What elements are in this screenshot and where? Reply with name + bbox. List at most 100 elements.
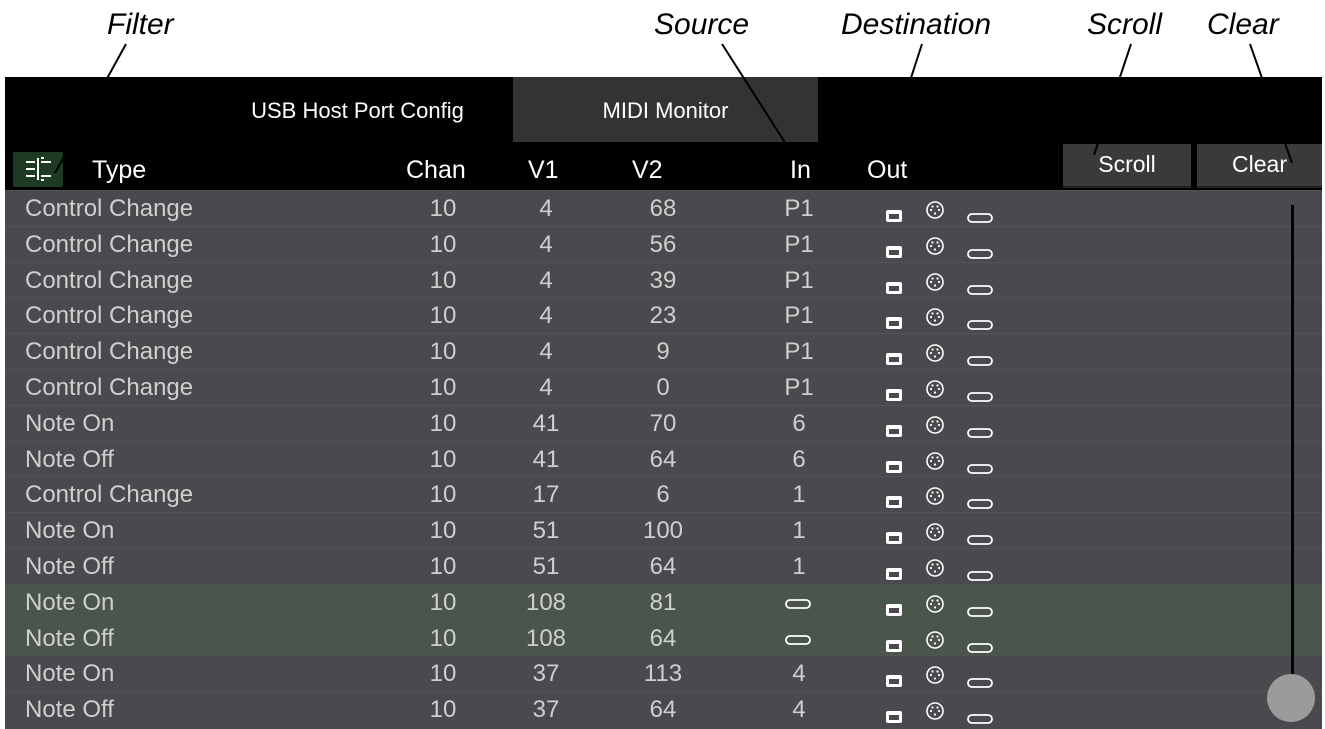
scroll-button[interactable]: Scroll [1063, 144, 1191, 188]
cell-chan: 10 [429, 553, 457, 580]
tab-midi-monitor[interactable]: MIDI Monitor [513, 77, 818, 142]
midi-event-list[interactable]: Control Change 10 4 68 P1 Control Change 10 4 56… [5, 190, 1322, 729]
header-v1: V1 [528, 156, 559, 184]
cell-v1: 4 [539, 195, 553, 222]
filter-sliders-icon [26, 157, 51, 181]
table-row[interactable]: Control Change 10 4 0 P1 [5, 369, 1322, 405]
cell-type: Control Change [25, 374, 194, 401]
cell-v2: 68 [649, 195, 677, 222]
cell-v1: 4 [539, 266, 553, 294]
cell-in: 4 [792, 696, 806, 724]
cell-v2: 64 [649, 553, 677, 580]
cell-v2: 0 [656, 374, 670, 401]
midi-din-icon[interactable] [925, 629, 945, 657]
cell-chan: 10 [429, 409, 457, 437]
table-row[interactable]: Note On 10 37 113 4 [5, 655, 1322, 691]
midi-din-icon[interactable] [925, 593, 945, 621]
cell-type: Note Off [25, 553, 114, 580]
table-row[interactable]: Note Off 10 51 64 1 [5, 548, 1322, 584]
header-out: Out [867, 156, 908, 184]
table-row[interactable]: Control Change 10 4 68 P1 [5, 190, 1322, 226]
device-port-icon[interactable] [885, 703, 903, 729]
table-row[interactable]: Control Change 10 4 56 P1 [5, 225, 1322, 263]
scrollbar-track[interactable] [1291, 205, 1294, 705]
clear-callout: Clear [1207, 8, 1279, 41]
cell-v2: 100 [642, 517, 684, 545]
cell-chan: 10 [429, 230, 457, 258]
table-row[interactable]: Note Off 10 41 64 6 [5, 440, 1322, 478]
midi-din-icon[interactable] [925, 235, 945, 263]
table-row[interactable]: Control Change 10 4 23 P1 [5, 297, 1322, 333]
usb-icon[interactable] [967, 704, 993, 729]
cell-type: Note On [25, 409, 115, 437]
table-row[interactable]: Control Change 10 4 9 P1 [5, 333, 1322, 369]
midi-din-icon[interactable] [925, 199, 945, 227]
cell-v1: 41 [532, 445, 560, 473]
cell-v2: 64 [649, 696, 677, 724]
cell-v1: 41 [532, 409, 560, 437]
cell-chan: 10 [429, 481, 457, 509]
cell-v1: 4 [539, 338, 553, 366]
cell-type: Control Change [25, 230, 194, 258]
tab-usb-host-port-config[interactable]: USB Host Port Config [205, 77, 510, 142]
filter-button[interactable] [13, 152, 63, 187]
cell-v2: 64 [649, 624, 677, 652]
cell-v1: 51 [532, 517, 560, 545]
cell-type: Control Change [25, 266, 194, 294]
midi-din-icon[interactable] [925, 485, 945, 513]
cell-type: Control Change [25, 195, 194, 222]
midi-din-icon[interactable] [925, 271, 945, 299]
source-usb-icon [785, 585, 815, 620]
cell-v1: 51 [532, 553, 560, 580]
cell-type: Note On [25, 660, 115, 688]
cell-v1: 108 [525, 624, 567, 652]
cell-in: 1 [792, 481, 806, 509]
table-row[interactable]: Control Change 10 17 6 1 [5, 476, 1322, 512]
cell-type: Note Off [25, 696, 114, 724]
cell-in: P1 [784, 230, 814, 258]
cell-v2: 70 [649, 409, 677, 437]
table-row[interactable]: Note Off 10 37 64 4 [5, 691, 1322, 727]
cell-chan: 10 [429, 588, 457, 616]
header-v2: V2 [632, 156, 663, 184]
cell-chan: 10 [429, 266, 457, 294]
midi-din-icon[interactable] [925, 414, 945, 442]
scrollbar-thumb[interactable] [1267, 674, 1315, 722]
table-row[interactable]: Control Change 10 4 39 P1 [5, 261, 1322, 299]
cell-v2: 64 [649, 445, 677, 473]
source-usb-icon [785, 621, 815, 656]
filter-callout: Filter [107, 8, 174, 41]
scroll-callout: Scroll [1087, 8, 1163, 41]
midi-din-icon[interactable] [925, 700, 945, 728]
clear-button[interactable]: Clear [1197, 144, 1322, 188]
cell-v1: 17 [532, 481, 560, 509]
cell-v2: 81 [649, 588, 677, 616]
midi-din-icon[interactable] [925, 342, 945, 370]
midi-din-icon[interactable] [925, 306, 945, 334]
cell-v2: 113 [643, 660, 683, 688]
cell-v2: 9 [656, 338, 670, 366]
table-row[interactable]: Note On 10 108 81 [5, 583, 1322, 621]
cell-in: P1 [784, 266, 814, 294]
table-row[interactable]: Note On 10 51 100 1 [5, 512, 1322, 548]
midi-din-icon[interactable] [925, 378, 945, 406]
cell-in: P1 [784, 302, 814, 330]
cell-chan: 10 [429, 374, 457, 401]
cell-type: Note Off [25, 445, 114, 473]
cell-type: Control Change [25, 338, 194, 366]
table-row[interactable]: Note Off 10 108 64 [5, 619, 1322, 657]
cell-v1: 4 [539, 374, 553, 401]
cell-v2: 6 [656, 481, 670, 509]
midi-din-icon[interactable] [925, 664, 945, 692]
cell-v1: 37 [532, 660, 560, 688]
midi-din-icon[interactable] [925, 450, 945, 478]
cell-v1: 4 [539, 302, 553, 330]
cell-in: 6 [792, 445, 806, 473]
cell-chan: 10 [429, 624, 457, 652]
midi-din-icon[interactable] [925, 521, 945, 549]
midi-din-icon[interactable] [925, 557, 945, 585]
cell-in: P1 [784, 374, 814, 401]
device-screen: USB Host Port Config MIDI Monitor Type C… [5, 77, 1322, 729]
table-row[interactable]: Note On 10 41 70 6 [5, 404, 1322, 442]
cell-v1: 4 [539, 230, 553, 258]
